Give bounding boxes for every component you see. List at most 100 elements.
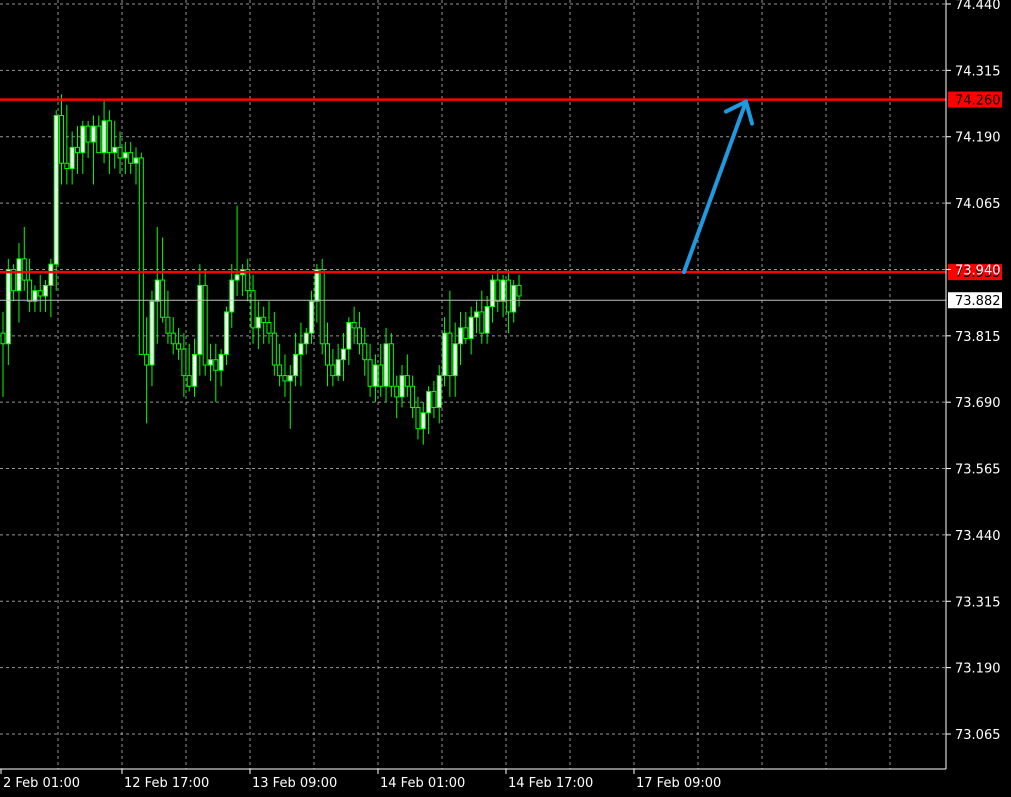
candle-body — [282, 375, 288, 382]
x-tick-label: 12 Feb 17:00 — [124, 776, 209, 791]
y-tick-label: 73.190 — [955, 662, 1001, 677]
candle-body — [90, 125, 96, 143]
candle-body — [117, 146, 123, 159]
candle-body — [59, 114, 65, 164]
candle-body — [495, 279, 501, 302]
candle-body — [37, 290, 43, 297]
candle-body — [463, 327, 469, 339]
y-tick-label: 74.190 — [955, 131, 1001, 146]
candle-body — [372, 364, 378, 387]
y-tick-label: 73.440 — [955, 529, 1001, 544]
candle-body — [410, 385, 416, 408]
candle-body — [197, 284, 203, 355]
candle-body — [223, 311, 229, 355]
candle-body — [255, 316, 261, 329]
candle-body — [16, 258, 22, 292]
candle-body — [234, 274, 240, 281]
candle-body — [5, 268, 11, 345]
candle-body — [468, 316, 474, 339]
candle-body — [165, 316, 171, 334]
candle-body — [500, 279, 506, 302]
candle-body — [261, 316, 267, 324]
x-tick-label: 14 Feb 17:00 — [508, 776, 593, 791]
candle-body — [138, 157, 144, 355]
y-tick-label: 74.440 — [955, 0, 1001, 13]
candle-body — [112, 146, 118, 154]
candle-body — [133, 157, 139, 164]
candle-body — [298, 343, 304, 355]
candle-body — [489, 279, 495, 308]
candle-body — [473, 311, 479, 318]
candle-body — [64, 162, 70, 170]
candle-body — [383, 343, 389, 387]
candle-body — [218, 353, 224, 371]
candle-body — [170, 332, 176, 345]
candle-body — [154, 279, 160, 302]
candle-body — [340, 348, 346, 361]
candle-body — [149, 300, 155, 366]
x-tick-label: 13 Feb 09:00 — [252, 776, 337, 791]
candle-body — [452, 343, 458, 377]
y-tick-label: 73.815 — [955, 330, 1001, 345]
current-price-label: 73.882 — [955, 294, 1001, 309]
candle-body — [181, 348, 187, 377]
candle-body — [330, 364, 336, 377]
y-tick-label: 73.940 — [955, 263, 1001, 278]
candle-body — [277, 364, 283, 377]
candle-body — [325, 343, 331, 366]
candle-body — [335, 359, 341, 377]
candle-body — [447, 332, 453, 377]
y-tick-label: 73.065 — [955, 728, 1001, 743]
candle-body — [128, 152, 134, 164]
candle-body — [351, 322, 357, 329]
candle-body — [43, 284, 49, 297]
candle-body — [48, 263, 54, 286]
candle-body — [404, 375, 410, 387]
candle-body — [309, 300, 315, 334]
candle-body — [479, 311, 485, 334]
candle-body — [511, 284, 517, 313]
candle-body — [176, 343, 182, 350]
x-tick-label: 14 Feb 01:00 — [380, 776, 465, 791]
candle-body — [101, 120, 107, 154]
candle-body — [319, 268, 325, 345]
candle-body — [303, 332, 309, 345]
candle-body — [85, 125, 91, 143]
candle-body — [346, 322, 352, 350]
candle-body — [442, 332, 448, 377]
candle-body — [202, 284, 208, 366]
candle — [202, 269, 208, 376]
x-tick-label: 17 Feb 09:00 — [636, 776, 721, 791]
candle-body — [27, 279, 33, 302]
candle-body — [516, 284, 522, 297]
candle-body — [287, 375, 293, 382]
candle-body — [271, 332, 277, 366]
y-tick-label: 73.565 — [955, 463, 1001, 478]
candle-body — [356, 327, 362, 345]
candle-body — [32, 290, 38, 302]
candle-body — [436, 375, 442, 408]
candle-body — [293, 353, 299, 377]
candle-body — [394, 385, 400, 398]
candle-body — [388, 343, 394, 387]
candle-body — [74, 146, 80, 154]
y-tick-label: 73.690 — [955, 396, 1001, 411]
price-chart: 74.26073.93573.882 74.44074.31574.19074.… — [0, 0, 1011, 797]
candle-body — [21, 258, 27, 281]
candle-body — [362, 343, 368, 361]
candle-body — [192, 353, 198, 387]
level-label: 74.260 — [955, 94, 1001, 109]
candle-body — [415, 406, 421, 430]
candle-body — [420, 412, 426, 430]
candle-body — [0, 332, 6, 345]
candle-body — [314, 268, 320, 302]
candle-body — [96, 125, 102, 154]
y-tick-label: 74.065 — [955, 197, 1001, 212]
candle-body — [186, 375, 192, 387]
candle-body — [53, 114, 59, 265]
candle-body — [367, 359, 373, 387]
candle-body — [378, 364, 384, 387]
candle-body — [207, 359, 213, 366]
candle-body — [80, 125, 86, 154]
candle-body — [399, 375, 405, 398]
